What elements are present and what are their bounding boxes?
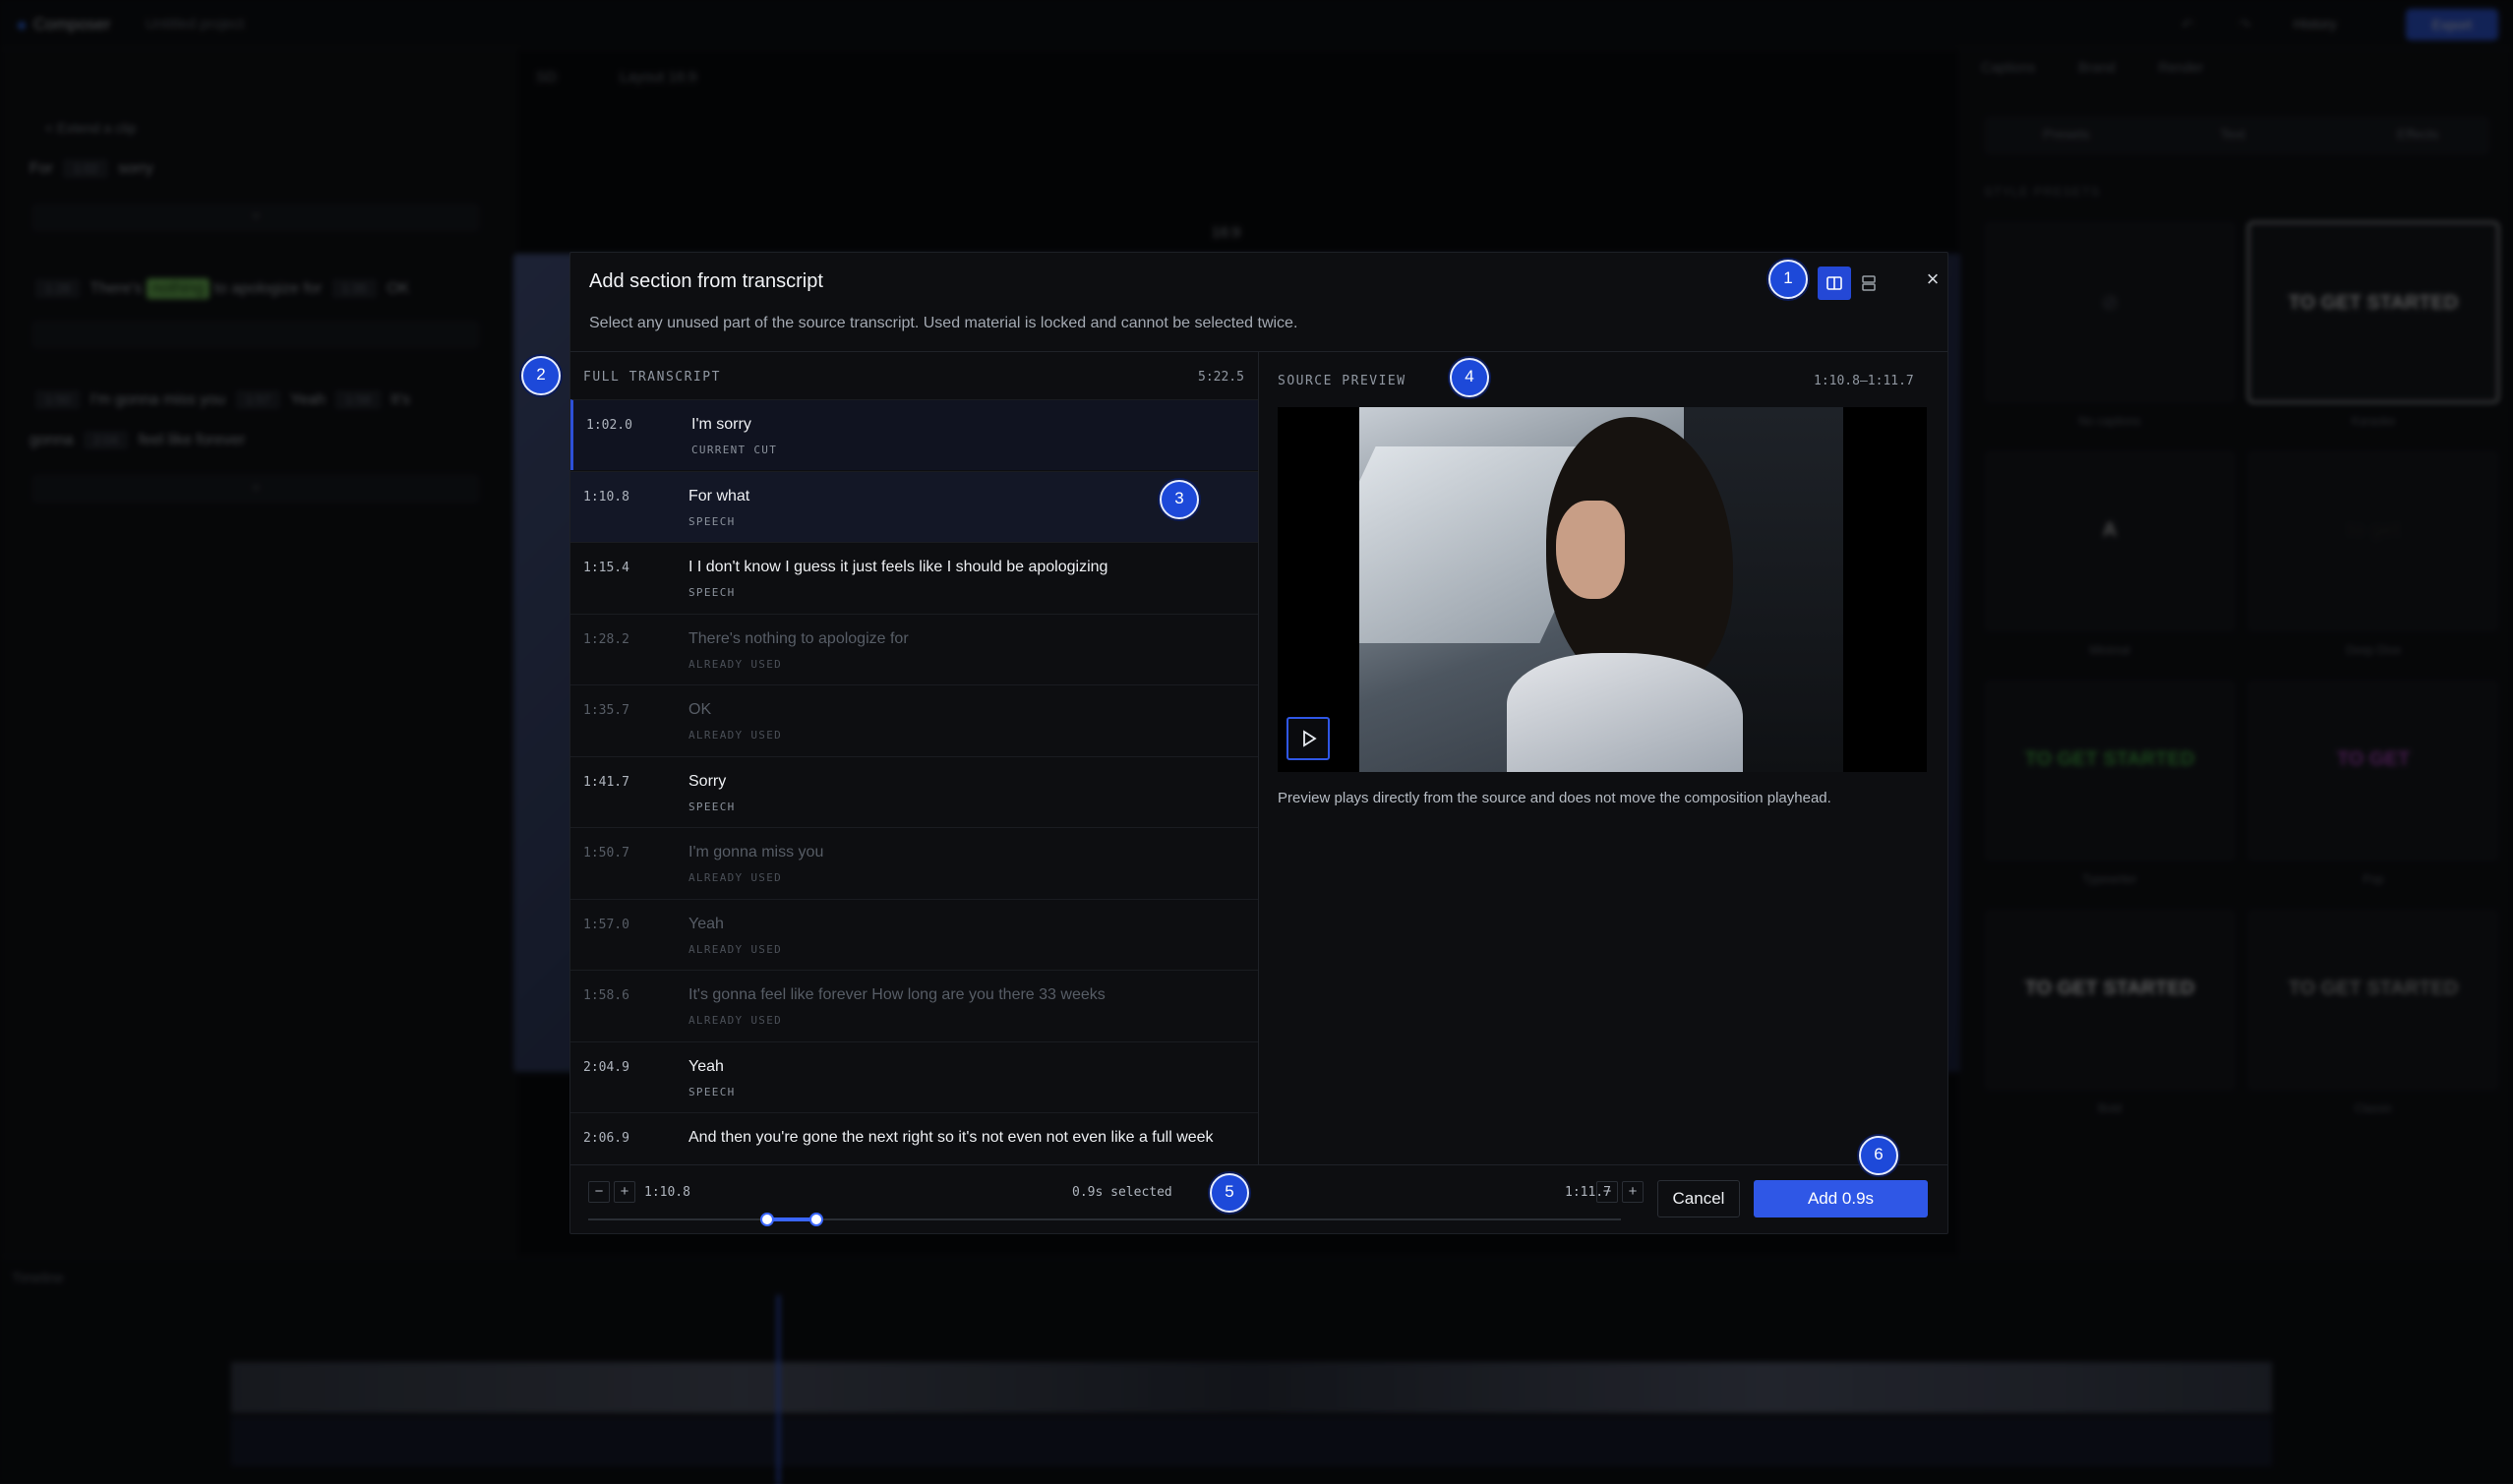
row-status-tag: SPEECH bbox=[688, 800, 736, 813]
close-button[interactable]: × bbox=[1918, 265, 1947, 294]
add-section-dialog: Add section from transcript Select any u… bbox=[569, 252, 1948, 1234]
row-timestamp: 2:06.9 bbox=[583, 1131, 629, 1146]
source-video[interactable] bbox=[1278, 407, 1927, 772]
row-text: For what bbox=[688, 487, 750, 505]
preview-note: Preview plays directly from the source a… bbox=[1278, 790, 1831, 806]
row-text: And then you're gone the next right so i… bbox=[688, 1129, 1214, 1146]
transcript-row: 1:50.7 I'm gonna miss you ALREADY USED bbox=[570, 827, 1258, 898]
transcript-row[interactable]: 2:04.9 Yeah SPEECH bbox=[570, 1040, 1258, 1112]
row-status-tag: ALREADY USED bbox=[688, 871, 783, 884]
row-timestamp: 2:04.9 bbox=[583, 1059, 629, 1075]
transcript-row: 1:35.7 OK ALREADY USED bbox=[570, 684, 1258, 755]
row-timestamp: 1:28.2 bbox=[583, 631, 629, 647]
row-timestamp: 1:41.7 bbox=[583, 774, 629, 790]
transcript-duration: 5:22.5 bbox=[1198, 370, 1244, 385]
transcript-row: 1:58.6 It's gonna feel like forever How l… bbox=[570, 970, 1258, 1040]
rows-icon bbox=[1862, 275, 1876, 291]
row-text: Sorry bbox=[688, 772, 727, 790]
row-text: OK bbox=[688, 701, 712, 718]
stacked-view-button[interactable] bbox=[1852, 267, 1885, 300]
row-timestamp: 1:35.7 bbox=[583, 703, 629, 718]
range-start-handle[interactable] bbox=[760, 1213, 774, 1226]
transcript-row[interactable]: 1:10.8 For what SPEECH bbox=[570, 470, 1258, 542]
add-button[interactable]: Add 0.9s bbox=[1754, 1180, 1928, 1217]
row-timestamp: 1:10.8 bbox=[583, 489, 629, 505]
annotation-marker: 1 bbox=[1768, 260, 1808, 299]
video-frame-image bbox=[1359, 407, 1843, 772]
end-decrement-button[interactable]: − bbox=[1596, 1181, 1618, 1203]
row-timestamp: 1:57.0 bbox=[583, 917, 629, 932]
cancel-button[interactable]: Cancel bbox=[1657, 1180, 1740, 1217]
row-status-tag: SPEECH bbox=[688, 514, 736, 528]
row-text: Yeah bbox=[688, 1057, 724, 1075]
start-time: 1:10.8 bbox=[644, 1185, 690, 1200]
row-text: There's nothing to apologize for bbox=[688, 629, 909, 647]
transcript-panel: FULL TRANSCRIPT 5:22.5 1:02.0 I'm sorry CU… bbox=[570, 352, 1259, 1164]
annotation-marker: 5 bbox=[1210, 1173, 1249, 1213]
transcript-header: FULL TRANSCRIPT bbox=[583, 370, 721, 385]
row-status-tag: ALREADY USED bbox=[688, 942, 783, 956]
preview-panel: SOURCE PREVIEW 1:10.8–1:11.7 Preview pla… bbox=[1260, 352, 1948, 1164]
preview-header: SOURCE PREVIEW bbox=[1278, 374, 1406, 388]
row-status-tag: CURRENT CUT bbox=[691, 444, 778, 456]
row-status-tag: ALREADY USED bbox=[688, 729, 783, 742]
range-slider-track[interactable] bbox=[588, 1218, 1621, 1220]
annotation-marker: 6 bbox=[1859, 1136, 1898, 1175]
end-increment-button[interactable]: + bbox=[1622, 1181, 1644, 1203]
transcript-row: 1:57.0 Yeah ALREADY USED bbox=[570, 898, 1258, 970]
row-status-tag: SPEECH bbox=[688, 586, 736, 599]
annotation-marker: 2 bbox=[521, 356, 561, 395]
dialog-footer: − + 1:10.8 0.9s selected 1:11.7 − + Canc… bbox=[570, 1164, 1947, 1234]
range-end-handle[interactable] bbox=[809, 1213, 823, 1226]
play-icon bbox=[1303, 730, 1317, 747]
transcript-row[interactable]: 2:06.9 And then you're gone the next righ… bbox=[570, 1112, 1258, 1164]
row-timestamp: 1:50.7 bbox=[583, 846, 629, 861]
row-timestamp: 1:02.0 bbox=[586, 418, 632, 433]
selection-duration: 0.9s selected bbox=[1072, 1185, 1172, 1200]
row-timestamp: 1:15.4 bbox=[583, 561, 629, 575]
row-text: It's gonna feel like forever How long ar… bbox=[688, 986, 1106, 1003]
preview-range: 1:10.8–1:11.7 bbox=[1814, 374, 1914, 388]
start-increment-button[interactable]: + bbox=[614, 1181, 635, 1203]
annotation-marker: 3 bbox=[1160, 480, 1199, 519]
row-status-tag: SPEECH bbox=[688, 1085, 736, 1098]
play-button[interactable] bbox=[1286, 717, 1330, 760]
transcript-row[interactable]: 1:15.4 I I don't know I guess it just fee… bbox=[570, 542, 1258, 613]
transcript-row: 1:28.2 There's nothing to apologize for AL… bbox=[570, 613, 1258, 684]
row-text: I'm gonna miss you bbox=[688, 844, 824, 861]
transcript-row[interactable]: 1:41.7 Sorry SPEECH bbox=[570, 755, 1258, 827]
row-status-tag: ALREADY USED bbox=[688, 1014, 783, 1027]
row-text: Yeah bbox=[688, 915, 724, 932]
row-text: I'm sorry bbox=[691, 416, 751, 433]
columns-icon bbox=[1826, 276, 1842, 290]
row-timestamp: 1:58.6 bbox=[583, 988, 629, 1003]
annotation-marker: 4 bbox=[1450, 358, 1489, 397]
dialog-subtitle: Select any unused part of the source tra… bbox=[589, 315, 1298, 331]
split-view-button[interactable] bbox=[1818, 267, 1851, 300]
row-text: I I don't know I guess it just feels lik… bbox=[688, 559, 1108, 575]
transcript-row[interactable]: 1:02.0 I'm sorry CURRENT CUT bbox=[570, 399, 1258, 470]
dialog-title: Add section from transcript bbox=[589, 270, 823, 292]
row-status-tag: ALREADY USED bbox=[688, 657, 783, 671]
start-decrement-button[interactable]: − bbox=[588, 1181, 610, 1203]
